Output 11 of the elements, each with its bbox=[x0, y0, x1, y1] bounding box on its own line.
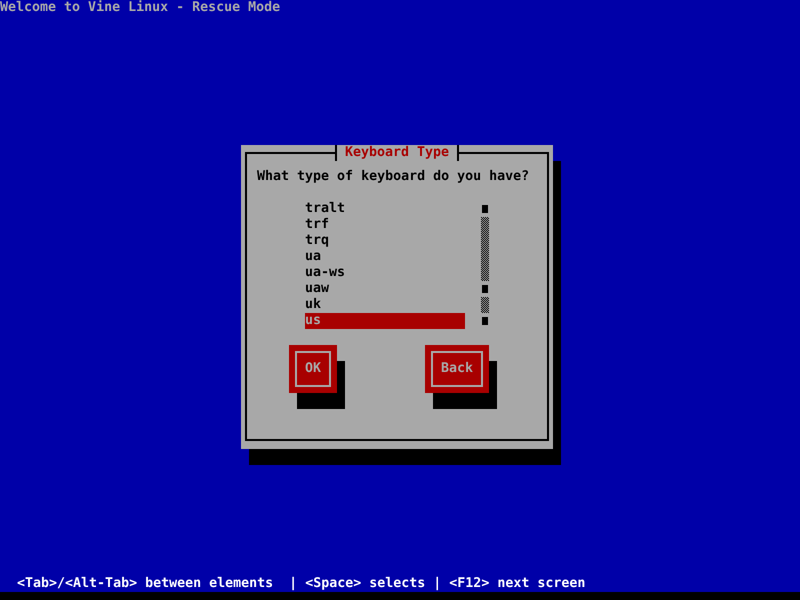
list-item[interactable]: ua bbox=[305, 249, 465, 265]
list-item[interactable]: uaw bbox=[305, 281, 465, 297]
list-item[interactable]: trf bbox=[305, 217, 465, 233]
list-item[interactable]: tralt bbox=[305, 201, 465, 217]
status-text: <Tab>/<Alt-Tab> between elements | <Space> selects | <F12> next screen bbox=[16, 576, 586, 592]
list-item[interactable]: ua-ws bbox=[305, 265, 465, 281]
list-item[interactable]: uk bbox=[305, 297, 465, 313]
list-item[interactable]: trq bbox=[305, 233, 465, 249]
screen-title: Welcome to Vine Linux - Rescue Mode bbox=[0, 0, 280, 16]
dialog-title: Keyboard Type bbox=[334, 145, 460, 161]
prompt-text: What type of keyboard do you have? bbox=[257, 169, 530, 185]
